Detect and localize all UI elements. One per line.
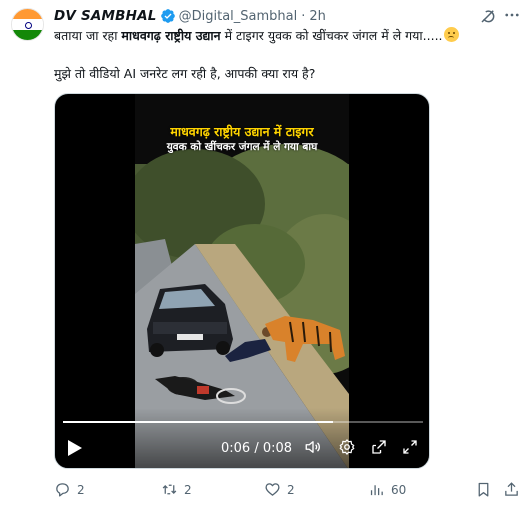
share-button[interactable] [503,481,520,498]
separator-dot: · [301,8,306,24]
video-time-display: 0:06 / 0:08 [221,441,293,456]
share-icon [505,482,518,496]
tweet[interactable]: DV SAMBHAL @Digital_Sambhal · 2h बताया ज… [0,0,525,509]
views-chart-icon [370,485,383,496]
bookmark-icon [478,482,489,497]
more-options-icon[interactable] [503,6,521,24]
tweet-text-segment: बताया जा रहा [54,28,122,43]
tweet-text-line-2: मुझे तो वीडियो AI जनरेट लग रही है, आपकी … [54,66,316,81]
flag-green-band [12,29,43,40]
avatar[interactable] [11,8,44,41]
picture-in-picture-icon[interactable] [370,438,388,456]
repost-icon [162,484,177,495]
heart-icon [265,483,280,496]
repost-button[interactable]: 2 [161,481,192,498]
views-count: 60 [391,482,407,497]
reply-count: 2 [77,482,85,497]
video-progress-bar[interactable] [63,421,423,423]
play-icon[interactable] [67,439,83,457]
tweet-header: DV SAMBHAL @Digital_Sambhal · 2h [54,6,326,26]
video-caption-line-2: युवक को खींचकर जंगल में ले गया बाघ [166,141,318,153]
video-progress-fill [63,421,333,423]
fullscreen-icon[interactable] [401,438,419,456]
bookmark-button[interactable] [475,481,492,498]
thinking-face-emoji-icon [443,27,459,42]
video-caption-line-1: माधवगढ़ राष्ट्रीय उद्यान में टाइगर [170,124,314,139]
reply-button[interactable]: 2 [54,481,85,498]
grok-icon[interactable] [479,7,497,25]
volume-icon[interactable] [304,438,322,456]
video-caption: माधवगढ़ राष्ट्रीय उद्यान में टाइगर युवक … [137,124,347,155]
ashoka-chakra-icon [25,22,32,29]
tweet-actions-bar: 2 2 2 60 [54,481,519,501]
tweet-text-segment: में टाइगर युवक को खींचकर जंगल में ले गया… [220,28,443,43]
video-player[interactable]: माधवगढ़ राष्ट्रीय उद्यान में टाइगर युवक … [54,93,430,469]
settings-gear-icon[interactable] [338,438,356,456]
verified-badge-icon [160,9,175,23]
tweet-text-bold-segment: माधवगढ़ राष्ट्रीय उद्यान [121,28,221,43]
views-button[interactable]: 60 [368,481,406,498]
reply-icon [56,483,69,497]
like-button[interactable]: 2 [264,481,295,498]
repost-count: 2 [184,482,192,497]
tweet-text-line-1: बताया जा रहा माधवगढ़ राष्ट्रीय उद्यान मे… [54,27,459,44]
like-count: 2 [287,482,295,497]
author-display-name[interactable]: DV SAMBHAL [54,8,157,24]
flag-saffron-band [12,9,43,20]
author-handle[interactable]: @Digital_Sambhal [179,9,298,24]
post-time[interactable]: 2h [309,9,326,24]
